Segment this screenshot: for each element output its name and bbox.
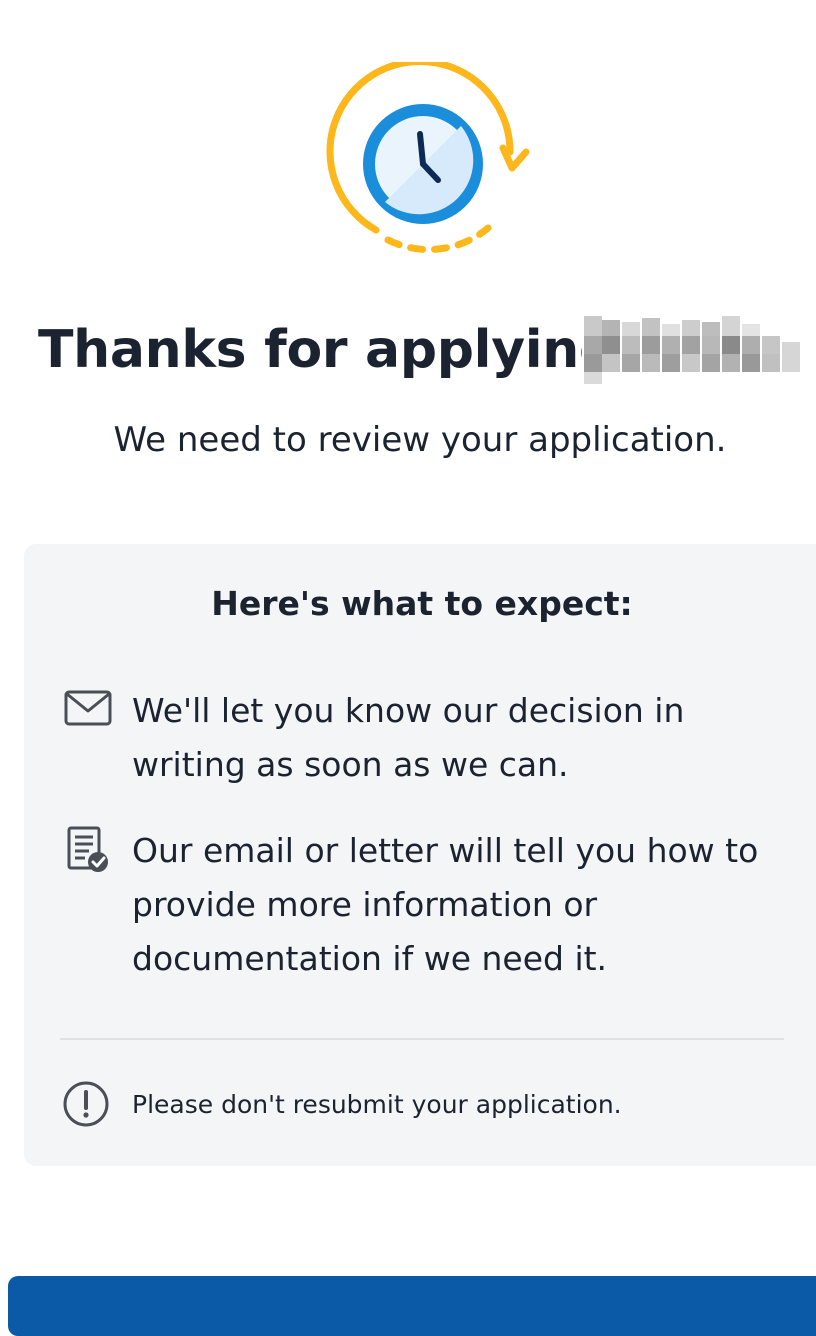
page-title: Thanks for applying,	[38, 312, 636, 388]
resubmit-notice-text: Please don't resubmit your application.	[132, 1089, 622, 1119]
expectation-item-decision: We'll let you know our decision in writi…	[60, 684, 772, 792]
page-title-text: Thanks for applying,	[38, 320, 636, 380]
envelope-icon	[60, 684, 112, 736]
document-check-icon	[60, 824, 112, 876]
card-divider	[60, 1038, 784, 1040]
clock-refresh-icon	[318, 57, 538, 272]
expectation-item-information: Our email or letter will tell you how to…	[60, 824, 772, 986]
expectations-heading: Here's what to expect:	[211, 584, 633, 623]
primary-action-button[interactable]	[8, 1276, 816, 1336]
resubmit-notice: Please don't resubmit your application.	[60, 1078, 622, 1130]
exclamation-circle-icon	[60, 1078, 112, 1130]
review-message: We need to review your application.	[113, 420, 727, 460]
redacted-name	[582, 314, 804, 386]
expectation-text-decision: We'll let you know our decision in writi…	[132, 691, 685, 784]
expectation-text-information: Our email or letter will tell you how to…	[132, 831, 759, 978]
expectations-card: Here's what to expect: We'll let you kno…	[24, 544, 816, 1166]
